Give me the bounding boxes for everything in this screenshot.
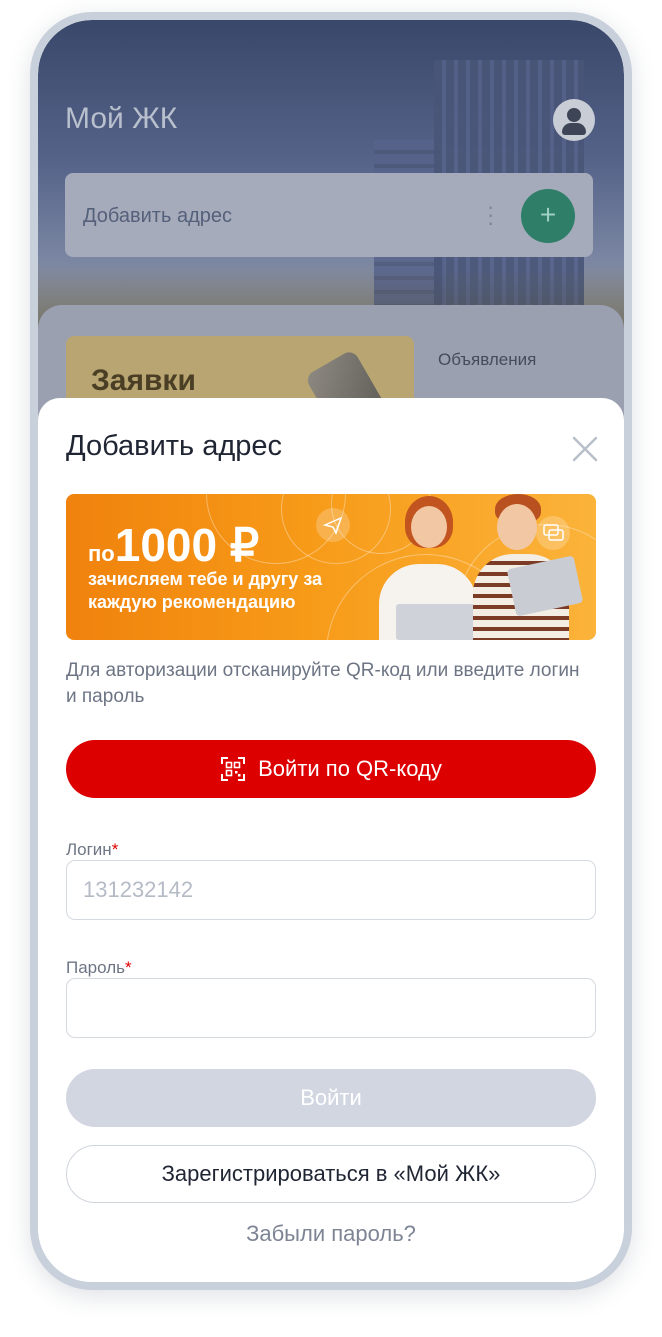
- password-label: Пароль*: [66, 958, 132, 977]
- login-submit-button[interactable]: Войти: [66, 1069, 596, 1127]
- qr-login-label: Войти по QR-коду: [258, 756, 442, 781]
- add-address-bar[interactable]: Добавить адрес · · · +: [65, 173, 593, 257]
- paper-plane-icon: [316, 508, 350, 542]
- app-title: Мой ЖК: [65, 102, 178, 135]
- forgot-password-link[interactable]: Забыли пароль?: [38, 1221, 624, 1247]
- background-app: Мой ЖК Добавить адрес · · · + Заявки Объяв…: [38, 20, 624, 446]
- profile-icon[interactable]: [553, 99, 595, 141]
- referral-banner[interactable]: по1000 ₽ зачисляем тебе и другу за кажду…: [66, 494, 596, 640]
- banner-person-image: [461, 494, 591, 640]
- sheet-title: Добавить адрес: [66, 430, 283, 462]
- screen: Мой ЖК Добавить адрес · · · + Заявки Объяв…: [38, 20, 624, 1282]
- add-address-label: Добавить адрес: [83, 205, 232, 227]
- add-address-sheet: Добавить адрес по1000 ₽ зачисляем тебе и…: [38, 398, 624, 1282]
- auth-hint: Для авторизации отсканируйте QR-код или …: [66, 660, 580, 707]
- close-icon[interactable]: [566, 430, 604, 468]
- qr-login-button[interactable]: Войти по QR-коду: [66, 740, 596, 798]
- requests-card-title: Заявки: [91, 364, 196, 397]
- banner-subtitle: зачисляем тебе и другу за каждую рекомен…: [88, 569, 323, 612]
- login-label: Логин*: [66, 840, 119, 859]
- password-input[interactable]: [66, 978, 596, 1038]
- phone-frame: Мой ЖК Добавить адрес · · · + Заявки Объяв…: [30, 12, 632, 1290]
- more-vertical-icon[interactable]: · · ·: [487, 196, 494, 234]
- qr-code-icon: [221, 757, 246, 781]
- register-button[interactable]: Зарегистрироваться в «Мой ЖК»: [66, 1145, 596, 1203]
- add-plus-button[interactable]: +: [521, 189, 575, 243]
- login-input[interactable]: [66, 860, 596, 920]
- announcements-tab[interactable]: Объявления: [438, 350, 536, 370]
- banner-amount: по1000 ₽: [88, 519, 260, 571]
